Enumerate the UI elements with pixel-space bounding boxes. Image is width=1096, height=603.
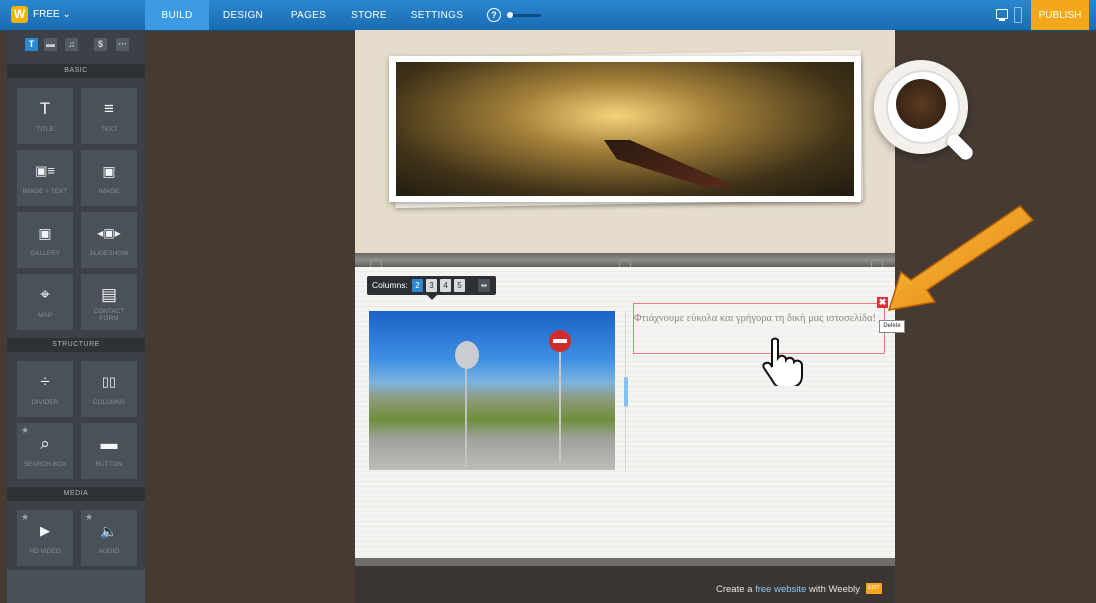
element-label: HD VIDEO [29,548,61,555]
paragraph-text[interactable]: Φτιάχνουμε εύκολα και γρήγορα τη δική μα… [634,310,879,328]
element-hd-video[interactable]: ★ ▶ HD VIDEO [17,510,73,566]
zoom-slider-handle[interactable] [507,12,513,18]
slideshow-icon: ◂▣▸ [97,226,121,240]
section-structure: STRUCTURE [7,338,145,352]
columns-label: Columns: [372,280,408,290]
sidebar-footer [7,570,145,603]
no-entry-sign-pole [559,352,561,462]
element-contact-form[interactable]: ▤ CONTACT FORM [81,274,137,330]
column-resize-icon[interactable]: ⇹ [478,279,490,292]
desktop-view-icon-stand [999,19,1005,21]
text-icon: ≡ [104,99,114,118]
basic-elements-tab-icon[interactable]: T [25,38,38,51]
delete-tooltip: Delete [879,320,905,333]
element-label: SLIDESHOW [89,250,129,257]
road-sign-pole [465,369,467,467]
publish-button[interactable]: PUBLISH [1031,0,1089,30]
street-photo[interactable] [369,311,615,470]
columns-option-4[interactable]: 4 [440,279,451,292]
button-icon: ▬ [100,434,118,453]
road-sign-back-image [455,341,479,369]
weebly-logo-icon: W [11,6,28,23]
video-icon: ▶ [40,523,50,538]
columns-option-2[interactable]: 2 [412,279,423,292]
element-label: AUDIO [98,548,120,555]
element-label: BUTTON [95,461,123,468]
footer-divider [355,558,895,566]
mobile-view-icon[interactable] [1014,7,1022,23]
title-icon: T [39,99,51,118]
coffee-image [896,79,946,129]
element-title[interactable]: T TITLE [17,88,73,144]
element-label: SEARCH BOX [23,461,67,468]
contact-form-icon: ▤ [100,285,118,304]
tab-pages[interactable]: PAGES [277,0,340,30]
column-resize-handle[interactable] [624,377,628,407]
element-columns[interactable]: ▯▯ COLUMNS [81,361,137,417]
element-slideshow[interactable]: ◂▣▸ SLIDESHOW [81,212,137,268]
coffee-cup-handle [944,131,976,163]
columns-toolbar-caret [427,295,437,300]
desktop-view-icon[interactable] [996,9,1008,19]
element-audio[interactable]: ★ 🔈 AUDIO [81,510,137,566]
help-icon[interactable]: ? [487,8,501,22]
element-image[interactable]: ▣ IMAGE [81,150,137,206]
media-elements-tab-icon[interactable]: ♫ [65,38,78,51]
pointer-arrow-icon [887,205,1035,311]
element-divider[interactable]: ÷ DIVIDER [17,361,73,417]
search-icon: ⌕ [40,434,50,453]
element-label: IMAGE [98,188,120,195]
tab-design[interactable]: DESIGN [209,0,277,30]
tab-build[interactable]: BUILD [145,0,209,30]
element-label: CONTACT FORM [93,308,125,322]
element-label: IMAGE + TEXT [22,188,68,195]
more-elements-tab-icon[interactable]: ··· [116,38,129,51]
tab-store[interactable]: STORE [340,0,398,30]
element-image-text[interactable]: ▣≡ IMAGE + TEXT [17,150,73,206]
gallery-icon: ▣ [38,225,52,241]
element-label: DIVIDER [31,399,59,406]
element-map[interactable]: ⌖ MAP [17,274,73,330]
structure-elements-tab-icon[interactable]: ▬ [44,38,57,51]
element-gallery[interactable]: ▣ GALLERY [17,212,73,268]
element-label: MAP [37,312,53,319]
no-entry-sign-bar [553,339,567,343]
footer-credit-suffix: with Weebly [806,584,860,595]
element-label: COLUMNS [92,399,126,406]
tab-settings[interactable]: SETTINGS [398,0,476,30]
header-lake-photo[interactable] [396,62,854,196]
map-pin-icon: ⌖ [40,285,50,304]
divider-icon: ÷ [40,372,50,391]
element-label: TEXT [100,126,118,133]
element-label: GALLERY [30,250,60,257]
columns-option-5[interactable]: 5 [454,279,465,292]
element-button[interactable]: ▬ BUTTON [81,423,137,479]
plan-menu[interactable]: W FREE ⌄ [0,0,145,30]
element-label: TITLE [36,126,54,133]
footer-credit-prefix: Create a [716,584,756,595]
commerce-elements-tab-icon[interactable]: $ [94,38,107,51]
audio-icon: 🔈 [100,523,118,539]
image-icon: ▣ [102,163,116,179]
footer-edit-badge[interactable]: EDIT [866,583,882,594]
footer-credit: Create a free website with Weebly [600,584,882,595]
plan-label: FREE ⌄ [33,9,71,20]
columns-icon: ▯▯ [101,374,117,389]
element-search-box[interactable]: ★ ⌕ SEARCH BOX [17,423,73,479]
free-website-link[interactable]: free website [755,584,806,595]
hand-cursor-icon [762,337,803,386]
columns-option-3[interactable]: 3 [426,279,437,292]
section-basic: BASIC [7,64,145,78]
element-text[interactable]: ≡ TEXT [81,88,137,144]
section-media: MEDIA [7,487,145,501]
image-text-icon: ▣≡ [35,163,55,178]
